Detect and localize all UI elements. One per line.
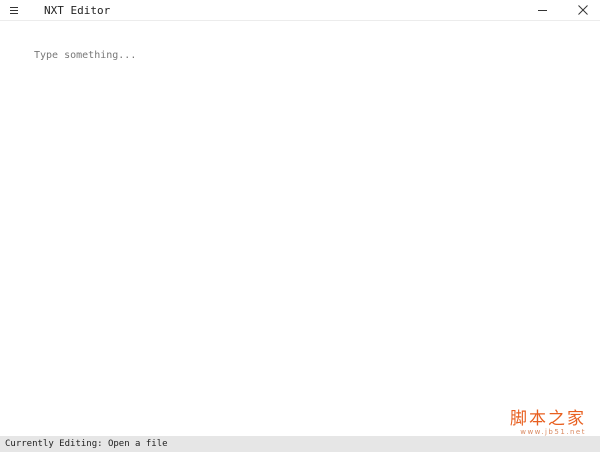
status-text: Currently Editing: Open a file	[5, 439, 168, 449]
title-bar: NXT Editor	[0, 0, 600, 21]
close-button[interactable]	[566, 0, 600, 20]
minimize-icon	[538, 10, 547, 11]
editor-area	[0, 21, 600, 436]
close-icon	[578, 5, 588, 15]
hamburger-menu-icon[interactable]	[9, 3, 23, 17]
minimize-button[interactable]	[526, 0, 560, 20]
status-bar: Currently Editing: Open a file	[0, 436, 600, 452]
editor-input[interactable]	[34, 49, 574, 419]
app-title: NXT Editor	[44, 4, 111, 17]
